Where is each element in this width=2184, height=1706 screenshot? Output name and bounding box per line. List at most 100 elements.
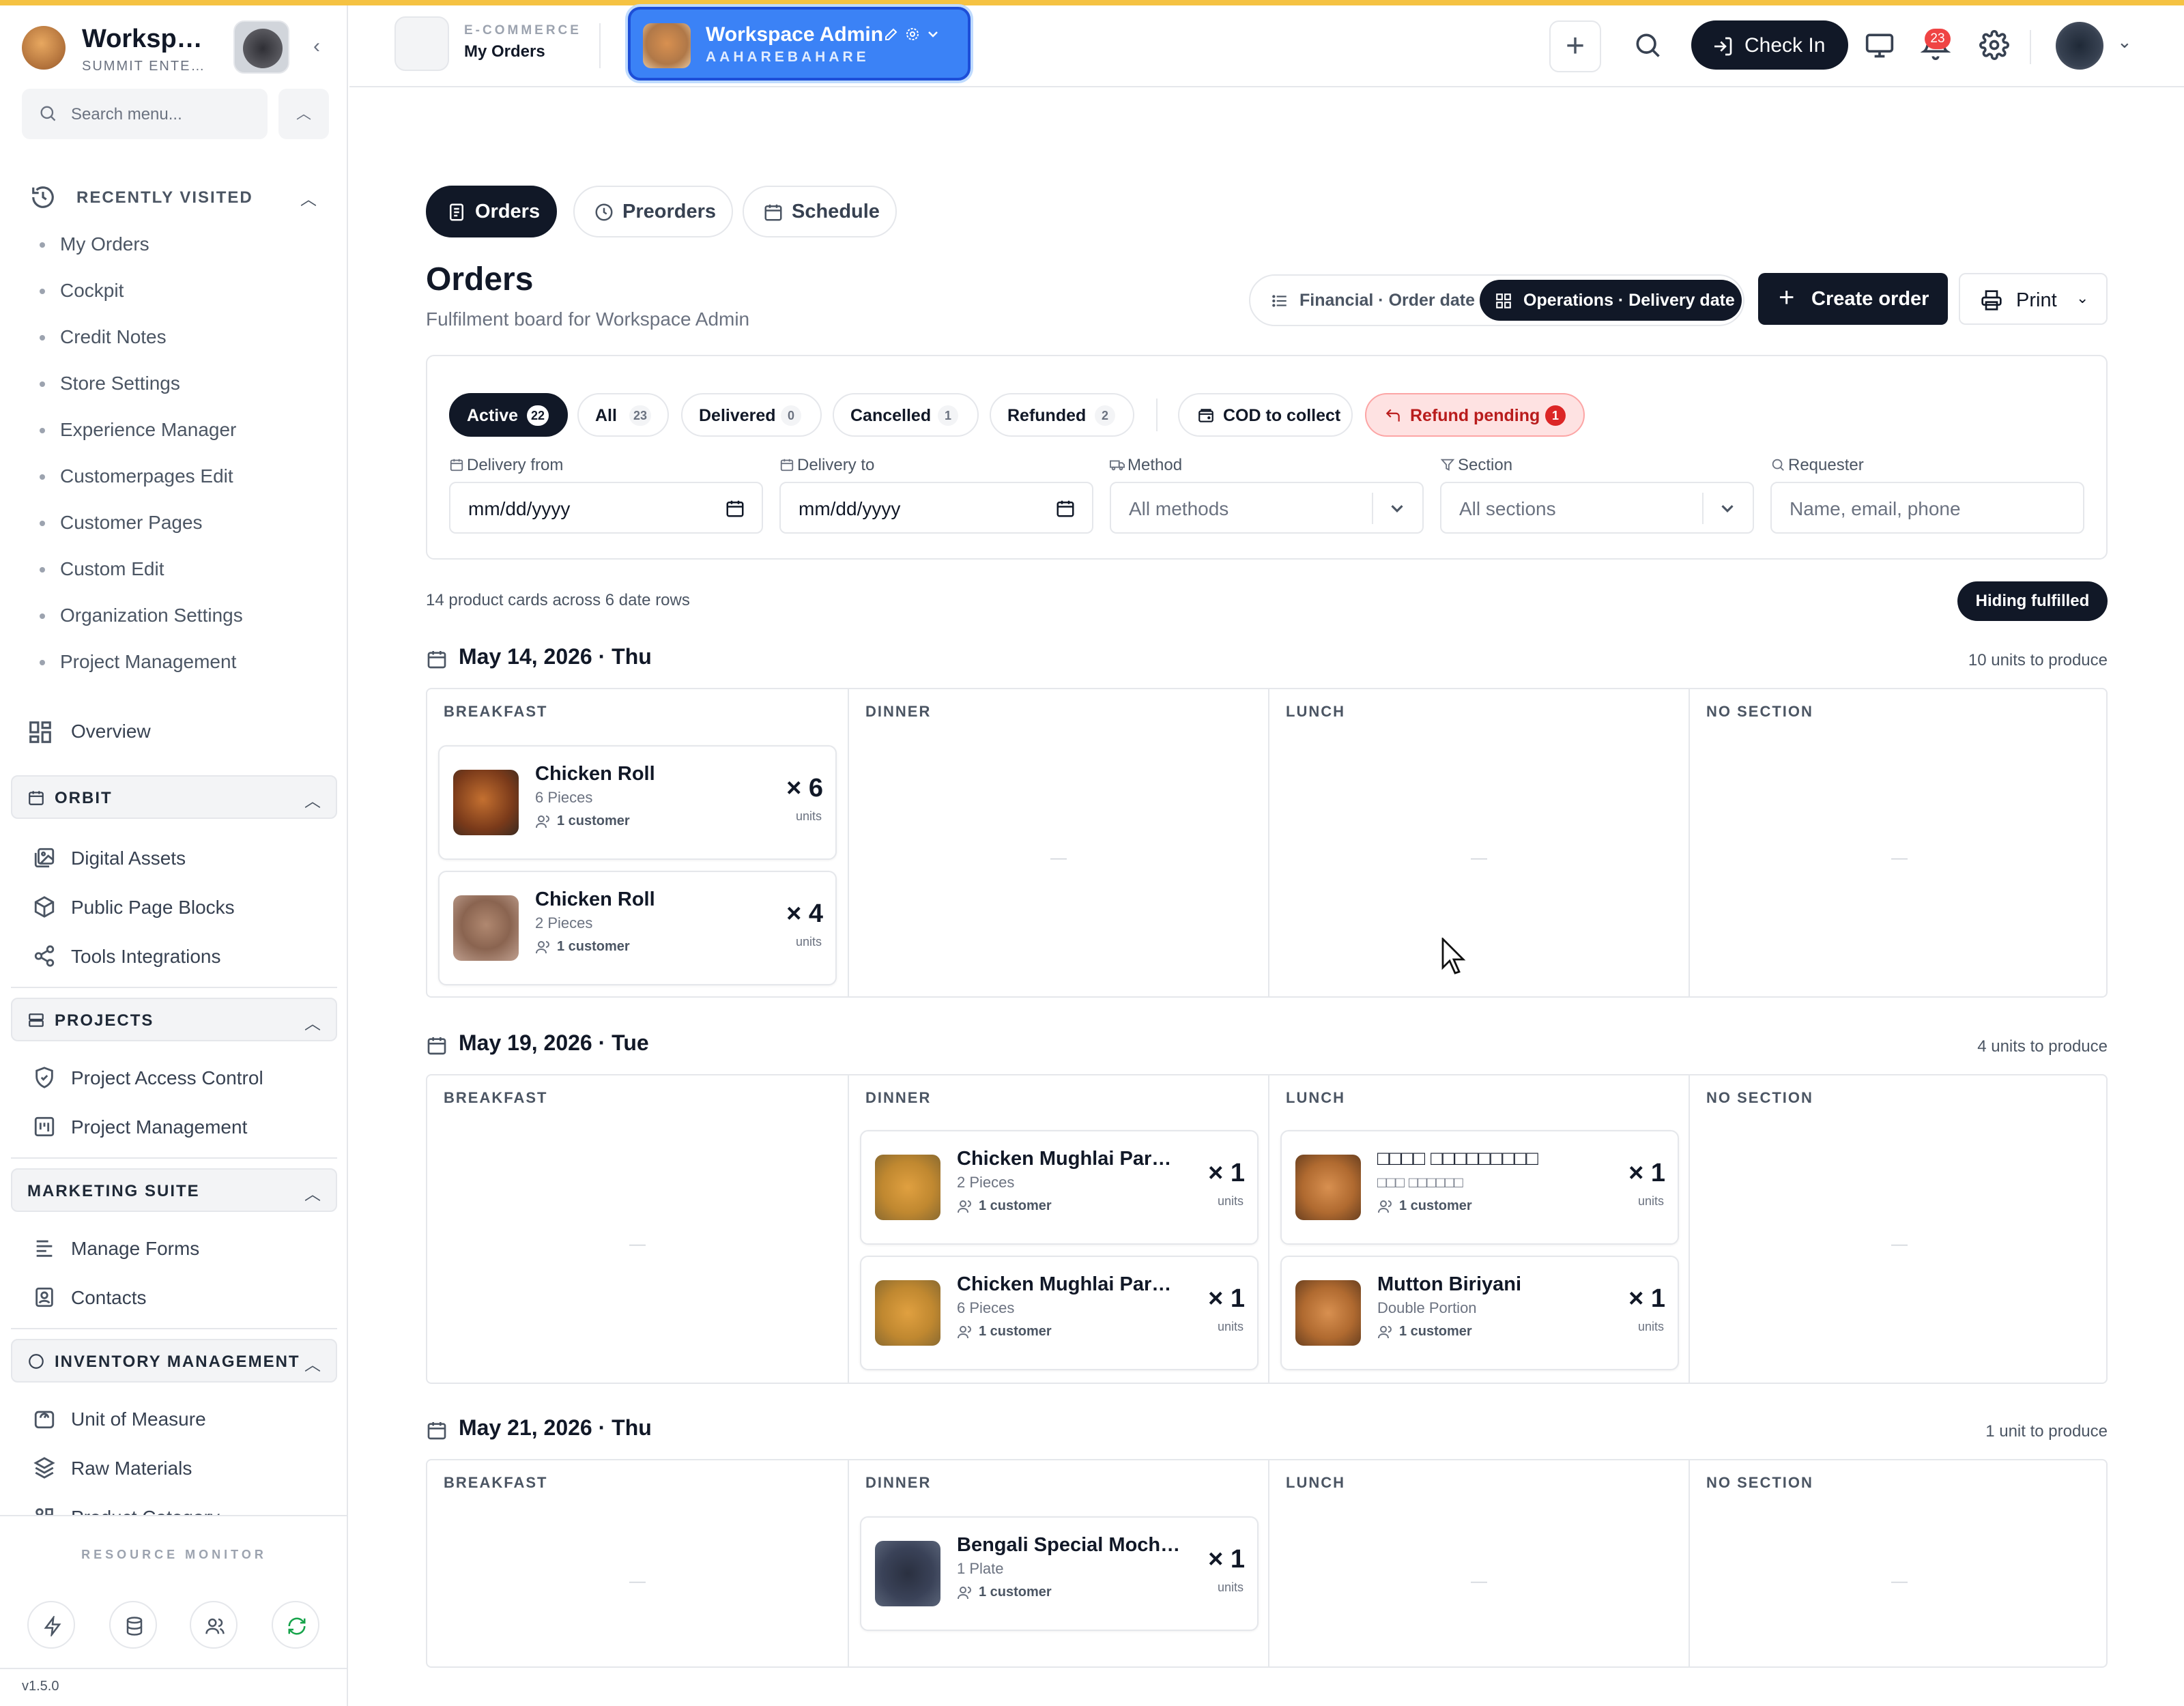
workspace-switcher[interactable]: Workspace Admin AAHAREBAHARE — [628, 7, 971, 81]
recent-item[interactable]: Store Settings — [35, 370, 243, 416]
recent-item[interactable]: Experience Manager — [35, 416, 243, 463]
sync-monitor-button[interactable] — [272, 1601, 319, 1649]
chip-count: 22 — [527, 405, 549, 426]
users-icon — [1378, 1200, 1392, 1213]
app-icon[interactable] — [394, 16, 449, 71]
add-button[interactable]: + — [1549, 20, 1601, 72]
chevron-up-icon: ︿ — [304, 1015, 321, 1033]
filter-chip-refunded[interactable]: Refunded 2 — [990, 393, 1134, 437]
app-category: E-COMMERCE — [464, 23, 581, 38]
users-icon — [205, 1618, 225, 1634]
section-projects[interactable]: PROJECTS ︿ — [11, 998, 337, 1041]
product-card[interactable]: Mutton Biriyani Double Portion 1 custome… — [1280, 1256, 1679, 1370]
users-icon — [958, 1326, 971, 1339]
calendar-icon[interactable] — [1055, 498, 1076, 519]
product-card[interactable]: Chicken Roll 6 Pieces 1 customer × 6 uni… — [438, 745, 837, 860]
product-card[interactable]: Bengali Special Mocha… 1 Plate 1 custome… — [860, 1516, 1259, 1631]
recently-visited-header[interactable]: RECENTLY VISITED ︿ — [30, 180, 317, 214]
chip-count: 23 — [629, 405, 652, 426]
hiding-fulfilled-toggle[interactable]: Hiding fulfilled — [1957, 581, 2108, 621]
create-order-button[interactable]: + Create order — [1758, 273, 1948, 325]
product-name: Chicken Roll — [535, 763, 655, 785]
performance-monitor-button[interactable] — [27, 1601, 75, 1649]
chevron-up-icon[interactable]: ︿ — [278, 89, 329, 139]
delivery-to-date-input[interactable]: mm/dd/yyyy — [779, 482, 1093, 534]
database-monitor-button[interactable] — [109, 1601, 157, 1649]
method-select[interactable]: All methods — [1110, 482, 1424, 534]
recent-item[interactable]: Credit Notes — [35, 323, 243, 370]
org-avatar[interactable] — [233, 20, 289, 74]
images-icon — [34, 848, 55, 868]
requester-search-input[interactable]: Name, email, phone — [1770, 482, 2084, 534]
org-header[interactable]: Worksp… SUMMIT ENTE… ‹ — [22, 19, 329, 81]
mode-operations-button[interactable]: Operations · Delivery date — [1480, 280, 1742, 321]
filter-chip-active[interactable]: Active 22 — [449, 393, 568, 437]
quantity: × 1 — [1208, 1284, 1245, 1313]
print-button[interactable]: Print ⌄ — [1959, 273, 2108, 325]
user-avatar[interactable] — [2056, 22, 2103, 70]
calendar-icon — [450, 459, 463, 472]
filter-chip-cancelled[interactable]: Cancelled 1 — [833, 393, 979, 437]
tab-preorders[interactable]: Preorders — [573, 186, 733, 237]
gear-icon[interactable] — [1979, 30, 2009, 60]
tab-orders[interactable]: Orders — [426, 186, 557, 237]
column-header: BREAKFAST — [444, 703, 548, 720]
sidebar-item-contacts[interactable]: Contacts — [33, 1279, 333, 1317]
users-monitor-button[interactable] — [190, 1601, 238, 1649]
sidebar-item-overview[interactable]: Overview — [27, 714, 328, 752]
check-in-button[interactable]: Check In — [1691, 20, 1848, 70]
sidebar-item-manage-forms[interactable]: Manage Forms — [33, 1230, 333, 1268]
product-card[interactable]: Chicken Roll 2 Pieces 1 customer × 4 uni… — [438, 871, 837, 985]
gear-icon[interactable] — [904, 26, 921, 42]
chevron-down-icon[interactable]: ⌄ — [2117, 31, 2132, 53]
chevron-down-icon[interactable] — [925, 26, 941, 42]
delivery-from-date-input[interactable]: mm/dd/yyyy — [449, 482, 763, 534]
product-variant: 6 Pieces — [957, 1299, 1015, 1316]
product-card[interactable]: Chicken Mughlai Paratha 6 Pieces 1 custo… — [860, 1256, 1259, 1370]
workspace-subtitle: AAHAREBAHARE — [706, 49, 870, 65]
recent-item[interactable]: Project Management — [35, 648, 243, 695]
product-card[interactable]: □□□□ □□□□□□□□□ □□□ □□□□□□ 1 customer × 1… — [1280, 1130, 1679, 1245]
sidebar-item-tools-integrations[interactable]: Tools Integrations — [33, 938, 333, 976]
search-icon[interactable] — [1633, 30, 1663, 60]
recent-item[interactable]: Customer Pages — [35, 509, 243, 555]
section-marketing-suite[interactable]: MARKETING SUITE ︿ — [11, 1168, 337, 1212]
collapse-sidebar-chevron-icon[interactable]: ‹ — [303, 33, 330, 60]
circle-icon — [29, 1354, 44, 1369]
sidebar-search-input[interactable]: Search menu... — [22, 89, 268, 139]
dashboard-icon — [29, 721, 51, 743]
chip-label: All — [595, 406, 617, 425]
filter-chip-refund-pending[interactable]: Refund pending 1 — [1365, 393, 1585, 437]
sidebar-item-digital-assets[interactable]: Digital Assets — [33, 839, 333, 878]
calendar-icon — [427, 1422, 446, 1440]
filter-chip-delivered[interactable]: Delivered 0 — [681, 393, 822, 437]
section-orbit[interactable]: ORBIT ︿ — [11, 775, 337, 819]
edit-icon[interactable] — [883, 26, 900, 42]
sidebar-item-raw-materials[interactable]: Raw Materials — [33, 1449, 333, 1488]
tab-schedule[interactable]: Schedule — [743, 186, 897, 237]
recent-item[interactable]: Customerpages Edit — [35, 463, 243, 509]
units-label: units — [1217, 1194, 1244, 1208]
calendar-icon[interactable] — [725, 498, 745, 519]
filter-chip-all[interactable]: All 23 — [577, 393, 669, 437]
sidebar-item-public-page-blocks[interactable]: Public Page Blocks — [33, 888, 333, 927]
recent-item[interactable]: Organization Settings — [35, 602, 243, 648]
contact-book-icon — [35, 1287, 53, 1307]
sidebar-item-unit-of-measure[interactable]: Unit of Measure — [33, 1400, 333, 1438]
section-select[interactable]: All sections — [1440, 482, 1754, 534]
product-name: Bengali Special Mocha… — [957, 1534, 1182, 1556]
mode-financial-button[interactable]: Financial · Order date — [1256, 280, 1476, 321]
history-icon — [32, 186, 54, 208]
mode-label: Financial · Order date — [1299, 291, 1476, 310]
section-inventory-management[interactable]: INVENTORY MANAGEMENT ︿ — [11, 1339, 337, 1383]
recent-item[interactable]: My Orders — [35, 231, 243, 277]
product-card[interactable]: Chicken Mughlai Paratha 2 Pieces 1 custo… — [860, 1130, 1259, 1245]
recent-item[interactable]: Cockpit — [35, 277, 243, 323]
select-value: All sections — [1459, 498, 1556, 519]
sidebar-item-project-access-control[interactable]: Project Access Control — [33, 1059, 333, 1097]
top-header: E-COMMERCE My Orders Workspace Admin AAH… — [349, 5, 2184, 87]
sidebar-item-project-management[interactable]: Project Management — [33, 1108, 333, 1146]
recent-item[interactable]: Custom Edit — [35, 555, 243, 602]
monitor-icon[interactable] — [1865, 30, 1895, 60]
filter-chip-cod-to-collect[interactable]: COD to collect — [1178, 393, 1353, 437]
